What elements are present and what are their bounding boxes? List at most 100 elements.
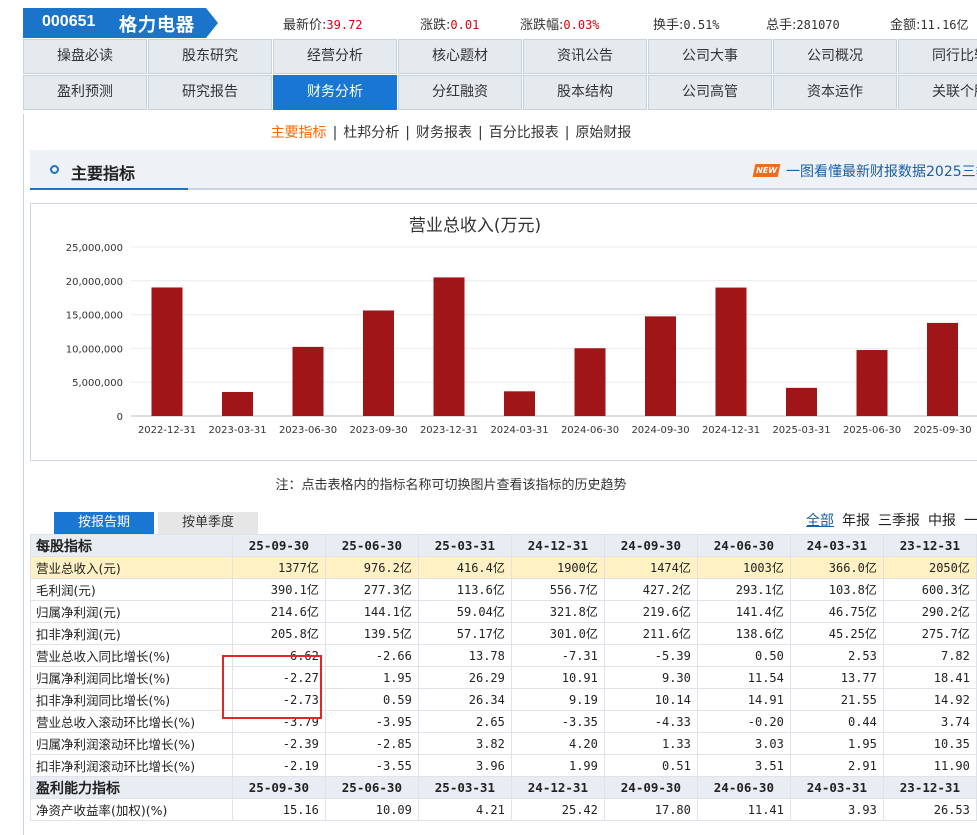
quote-value: 39.72 [326, 18, 363, 32]
indicator-value: 275.7亿 [882, 622, 977, 645]
bar[interactable] [574, 348, 606, 416]
quote-label: 金额: [890, 18, 921, 33]
chart-title: 营业总收入(万元) [409, 216, 541, 236]
stock-code: 000651 [42, 13, 96, 30]
indicator-value: 10.35 [882, 732, 977, 755]
subnav-link[interactable]: 杜邦分析 [343, 125, 399, 141]
indicator-name[interactable]: 扣非净利润(元) [30, 622, 233, 645]
filter-option[interactable]: 全部 [806, 513, 834, 529]
bar[interactable] [292, 346, 324, 416]
nav-item[interactable]: 资本运作 [773, 75, 897, 110]
indicator-name[interactable]: 扣非净利润同比增长(%) [30, 688, 233, 711]
indicator-value: 366.0亿 [789, 556, 884, 579]
report-filters: 全部年报三季报中报一季报 [806, 510, 977, 530]
bar[interactable] [151, 287, 183, 416]
subnav-link[interactable]: 原始财报 [575, 125, 631, 141]
indicator-value: 1474亿 [603, 556, 698, 579]
bar[interactable] [433, 277, 465, 416]
indicator-value: 390.1亿 [231, 578, 326, 601]
period-header: 24-12-31 [510, 776, 605, 799]
indicator-name[interactable]: 归属净利润(元) [30, 600, 233, 623]
revenue-chart: 营业总收入(万元) 0 5,000,000 10,000,000 15,000,000 2… [30, 203, 977, 461]
x-tick-label: 2024-09-30 [631, 425, 689, 436]
nav-item[interactable]: 关联个股 [898, 75, 977, 110]
y-tick-label: 20,000,000 [66, 277, 123, 288]
indicator-value: 416.4亿 [417, 556, 512, 579]
bar[interactable] [927, 322, 958, 416]
table-row: 归属净利润同比增长(%) -2.27 1.95 26.29 10.91 9.30 11.54… [30, 666, 977, 689]
bar[interactable] [504, 391, 535, 416]
period-header: 25-06-30 [324, 534, 419, 557]
nav-item[interactable]: 股东研究 [148, 39, 272, 74]
indicator-value: 26.29 [417, 666, 512, 689]
indicator-name[interactable]: 毛利润(元) [30, 578, 233, 601]
indicator-name[interactable]: 归属净利润滚动环比增长(%) [30, 732, 233, 755]
quote-item: 总手:281070 [766, 14, 840, 33]
indicator-value: 141.4亿 [696, 600, 791, 623]
nav-item[interactable]: 研究报告 [148, 75, 272, 110]
bar[interactable] [715, 287, 747, 416]
indicator-name[interactable]: 扣非净利润滚动环比增长(%) [30, 754, 233, 777]
nav-item[interactable]: 操盘必读 [23, 39, 147, 74]
section-header-cell[interactable]: 每股指标 [30, 534, 233, 557]
y-tick-label: 0 [117, 412, 123, 423]
subnav-link[interactable]: 财务报表 [416, 125, 472, 141]
nav-item[interactable]: 公司高管 [648, 75, 772, 110]
indicator-value: 2.65 [417, 710, 512, 733]
indicator-name[interactable]: 净资产收益率(加权)(%) [30, 798, 233, 821]
nav-item[interactable]: 同行比较 [898, 39, 977, 74]
nav-item[interactable]: 核心题材 [398, 39, 522, 74]
filter-option[interactable]: 年报 [842, 513, 870, 529]
indicator-value: 7.82 [882, 644, 977, 667]
period-header: 24-03-31 [789, 534, 884, 557]
x-tick-label: 2025-09-30 [913, 425, 971, 436]
indicator-value: 301.0亿 [510, 622, 605, 645]
indicator-value: 45.25亿 [789, 622, 884, 645]
bar[interactable] [786, 387, 817, 416]
subnav-separator: | [405, 125, 410, 141]
nav-item[interactable]: 股本结构 [523, 75, 647, 110]
indicator-name[interactable]: 营业总收入同比增长(%) [30, 644, 233, 667]
nav-item[interactable]: 分红融资 [398, 75, 522, 110]
bar[interactable] [363, 310, 394, 416]
bar[interactable] [645, 316, 676, 416]
table-row: 归属净利润(元) 214.6亿 144.1亿 59.04亿 321.8亿 219.6亿 14… [30, 600, 977, 623]
x-tick-label: 2023-09-30 [349, 425, 407, 436]
quote-value: 281070 [796, 18, 840, 32]
indicator-value: 46.75亿 [789, 600, 884, 623]
table-row: 净资产收益率(加权)(%) 15.16 10.09 4.21 25.42 17.80 11.… [30, 798, 977, 821]
indicator-value: 10.91 [510, 666, 605, 689]
period-header: 24-09-30 [603, 534, 698, 557]
table-row: 扣非净利润滚动环比增长(%) -2.19 -3.55 3.96 1.99 0.51 3.51… [30, 754, 977, 777]
report-summary-link[interactable]: 一图看懂最新财报数据2025三季报 [786, 161, 977, 181]
tab-by-single-quarter[interactable]: 按单季度 [158, 512, 258, 534]
indicator-value: 25.42 [510, 798, 605, 821]
filter-option[interactable]: 中报 [928, 513, 956, 529]
filter-option[interactable]: 一季报 [964, 513, 977, 529]
nav-item[interactable]: 公司大事 [648, 39, 772, 74]
indicator-value: -5.39 [603, 644, 698, 667]
indicator-name[interactable]: 归属净利润同比增长(%) [30, 666, 233, 689]
indicator-name[interactable]: 营业总收入滚动环比增长(%) [30, 710, 233, 733]
period-header: 23-12-31 [882, 534, 977, 557]
nav-item[interactable]: 盈利预测 [23, 75, 147, 110]
section-title: 每股指标 [36, 538, 92, 555]
nav-item[interactable]: 财务分析 [273, 75, 397, 110]
filter-option[interactable]: 三季报 [878, 513, 920, 529]
tab-by-report-period[interactable]: 按报告期 [54, 512, 154, 534]
section-header: 主要指标 NEW 一图看懂最新财报数据2025三季报 [30, 150, 977, 190]
section-header-cell[interactable]: 盈利能力指标 [30, 776, 233, 799]
nav-item[interactable]: 公司概况 [773, 39, 897, 74]
nav-item[interactable]: 资讯公告 [523, 39, 647, 74]
indicator-value: 13.78 [417, 644, 512, 667]
bar[interactable] [222, 391, 253, 416]
x-tick-label: 2024-03-31 [490, 425, 548, 436]
subnav-link[interactable]: 主要指标 [271, 125, 327, 141]
indicator-value: 205.8亿 [231, 622, 326, 645]
bar[interactable] [856, 350, 888, 416]
table-header-row: 每股指标 25-09-30 25-06-30 25-03-31 24-12-31 24-0… [30, 534, 977, 557]
table-row: 营业总收入(元) 1377亿 976.2亿 416.4亿 1900亿 1474亿 1003亿… [30, 556, 977, 579]
subnav-link[interactable]: 百分比报表 [489, 125, 559, 141]
indicator-name[interactable]: 营业总收入(元) [30, 556, 233, 579]
nav-item[interactable]: 经营分析 [273, 39, 397, 74]
